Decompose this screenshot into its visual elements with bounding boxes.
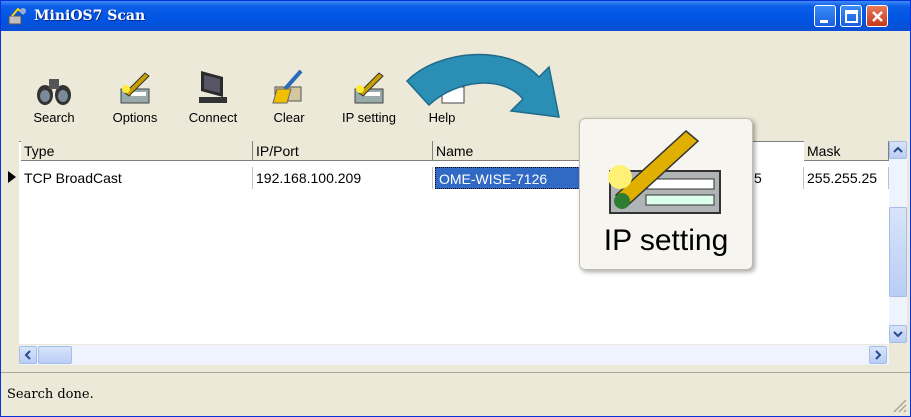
chevron-right-icon xyxy=(875,350,882,360)
vertical-scrollbar[interactable] xyxy=(889,141,907,343)
minimize-button[interactable] xyxy=(814,5,836,27)
chevron-left-icon xyxy=(24,350,31,360)
column-header-name[interactable]: Name xyxy=(433,141,583,161)
broom-icon xyxy=(272,69,303,104)
maximize-icon xyxy=(845,10,858,23)
column-header-type[interactable]: Type xyxy=(21,141,253,161)
options-button[interactable]: Options xyxy=(105,67,165,125)
window-title: MiniOS7 Scan xyxy=(34,8,146,24)
minimize-icon xyxy=(820,20,828,23)
column-header-ip-port[interactable]: IP/Port xyxy=(253,141,433,161)
vertical-scroll-thumb[interactable] xyxy=(889,207,907,297)
scroll-down-button[interactable] xyxy=(889,325,907,343)
cell-partial: 5 xyxy=(751,167,804,189)
title-bar[interactable]: MiniOS7 Scan xyxy=(1,1,910,31)
horizontal-scroll-thumb[interactable] xyxy=(38,346,72,364)
cell-mask[interactable]: 255.255.25 xyxy=(804,167,889,189)
connect-button[interactable]: Connect xyxy=(183,67,243,125)
options-label: Options xyxy=(112,110,158,125)
pen-settings-icon xyxy=(354,72,384,104)
miniOS7-scan-window: MiniOS7 Scan Search Options Connect Clea… xyxy=(0,0,911,417)
scroll-right-button[interactable] xyxy=(869,346,887,364)
search-button[interactable]: Search xyxy=(24,67,84,125)
close-icon xyxy=(872,11,883,22)
resize-grip-icon[interactable] xyxy=(891,397,907,413)
chevron-down-icon xyxy=(893,331,903,338)
status-text: Search done. xyxy=(7,387,94,402)
pen-settings-icon xyxy=(608,130,721,214)
app-icon xyxy=(8,7,26,25)
search-label: Search xyxy=(33,110,75,125)
horizontal-scrollbar[interactable] xyxy=(19,345,889,365)
clear-button[interactable]: Clear xyxy=(259,67,319,125)
connect-label: Connect xyxy=(188,110,238,125)
curved-arrow-icon xyxy=(405,53,560,118)
pen-settings-icon xyxy=(120,72,150,104)
ip-setting-zoom-callout: IP setting xyxy=(579,118,753,270)
maximize-button[interactable] xyxy=(840,5,862,27)
chevron-up-icon xyxy=(893,146,903,153)
ip-setting-label: IP setting xyxy=(342,110,396,125)
scroll-up-button[interactable] xyxy=(889,141,907,159)
ip-setting-button[interactable]: IP setting xyxy=(339,67,399,125)
cell-type[interactable]: TCP BroadCast xyxy=(21,167,253,189)
binoculars-icon xyxy=(37,79,71,105)
scroll-left-button[interactable] xyxy=(19,346,37,364)
status-bar: Search done. xyxy=(1,372,910,416)
cell-ip-port[interactable]: 192.168.100.209 xyxy=(253,167,433,189)
ip-setting-callout-label: IP setting xyxy=(603,224,729,257)
close-button[interactable] xyxy=(866,5,888,27)
cell-name[interactable]: OME-WISE-7126 xyxy=(435,167,580,189)
computer-icon xyxy=(199,71,227,103)
clear-label: Clear xyxy=(273,110,305,125)
current-row-indicator-icon xyxy=(8,171,16,183)
column-header-mask[interactable]: Mask xyxy=(804,141,889,161)
